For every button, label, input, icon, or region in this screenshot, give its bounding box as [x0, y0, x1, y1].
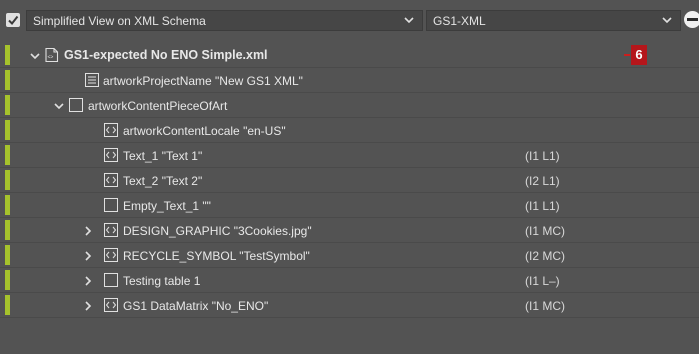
code-icon — [104, 223, 118, 237]
root-label: GS1-expected No ENO Simple.xml — [64, 48, 268, 62]
status-bar — [5, 170, 10, 190]
chevron-right-icon[interactable] — [84, 251, 92, 261]
code-icon — [104, 123, 118, 137]
tree-row[interactable]: GS1 DataMatrix "No_ENO" (I1 MC) — [0, 293, 699, 318]
row-code: (I1 L1) — [525, 199, 560, 213]
format-select-value: GS1-XML — [433, 14, 486, 28]
row-code: (I2 L1) — [525, 174, 560, 188]
row-code: (I1 MC) — [525, 299, 565, 313]
xml-file-icon: <> — [45, 47, 59, 63]
row-label: Text_2 "Text 2" — [123, 174, 203, 188]
element-icon — [85, 73, 99, 87]
row-code: (I1 L–) — [525, 274, 560, 288]
tree-row[interactable]: Testing table 1 (I1 L–) — [0, 268, 699, 293]
tree-row-root[interactable]: <> GS1-expected No ENO Simple.xml 6 — [0, 43, 699, 68]
view-select[interactable]: Simplified View on XML Schema — [26, 10, 423, 31]
box-icon — [104, 198, 118, 212]
row-label: Empty_Text_1 "" — [123, 199, 211, 213]
status-bar — [5, 295, 10, 315]
chevron-right-icon[interactable] — [84, 276, 92, 286]
status-bar — [5, 120, 10, 140]
chevron-down-icon[interactable] — [30, 52, 40, 60]
status-bar — [5, 220, 10, 240]
row-label: artworkContentPieceOfArt — [88, 99, 228, 113]
status-bar — [5, 145, 10, 165]
status-bar — [5, 45, 10, 65]
chevron-down-icon[interactable] — [54, 102, 64, 110]
code-icon — [104, 298, 118, 312]
code-icon — [104, 148, 118, 162]
chevron-down-icon — [404, 17, 414, 24]
row-label: GS1 DataMatrix "No_ENO" — [123, 299, 269, 313]
row-label: artworkProjectName "New GS1 XML" — [103, 74, 303, 88]
status-bar — [5, 70, 10, 90]
schema-tree: <> GS1-expected No ENO Simple.xml 6 artw… — [0, 43, 699, 318]
chevron-right-icon[interactable] — [84, 301, 92, 311]
svg-text:<>: <> — [48, 55, 54, 61]
box-icon — [104, 273, 118, 287]
row-label: Text_1 "Text 1" — [123, 149, 203, 163]
remove-icon[interactable] — [684, 11, 699, 28]
checkmark-icon — [8, 15, 19, 26]
format-select[interactable]: GS1-XML — [426, 10, 681, 31]
error-count-badge[interactable]: 6 — [624, 45, 647, 65]
row-label: RECYCLE_SYMBOL "TestSymbol" — [123, 249, 310, 263]
row-code: (I1 MC) — [525, 224, 565, 238]
code-icon — [104, 173, 118, 187]
row-code: (I1 L1) — [525, 149, 560, 163]
box-icon — [69, 98, 83, 112]
chevron-right-icon[interactable] — [84, 226, 92, 236]
status-bar — [5, 270, 10, 290]
tree-row[interactable]: artworkProjectName "New GS1 XML" — [0, 68, 699, 93]
row-label: DESIGN_GRAPHIC "3Cookies.jpg" — [123, 224, 312, 238]
row-label: artworkContentLocale "en-US" — [123, 124, 286, 138]
tree-row[interactable]: artworkContentPieceOfArt — [0, 93, 699, 118]
tree-row[interactable]: Empty_Text_1 "" (I1 L1) — [0, 193, 699, 218]
code-icon — [104, 248, 118, 262]
view-checkbox[interactable] — [6, 13, 20, 27]
status-bar — [5, 95, 10, 115]
chevron-down-icon — [662, 17, 672, 24]
tree-row[interactable]: RECYCLE_SYMBOL "TestSymbol" (I2 MC) — [0, 243, 699, 268]
view-select-value: Simplified View on XML Schema — [33, 14, 206, 28]
tree-row[interactable]: Text_1 "Text 1" (I1 L1) — [0, 143, 699, 168]
tree-row[interactable]: artworkContentLocale "en-US" — [0, 118, 699, 143]
status-bar — [5, 245, 10, 265]
tree-row[interactable]: Text_2 "Text 2" (I2 L1) — [0, 168, 699, 193]
status-bar — [5, 195, 10, 215]
toolbar: Simplified View on XML Schema GS1-XML — [0, 0, 699, 40]
row-label: Testing table 1 — [123, 274, 201, 288]
tree-row[interactable]: DESIGN_GRAPHIC "3Cookies.jpg" (I1 MC) — [0, 218, 699, 243]
row-code: (I2 MC) — [525, 249, 565, 263]
